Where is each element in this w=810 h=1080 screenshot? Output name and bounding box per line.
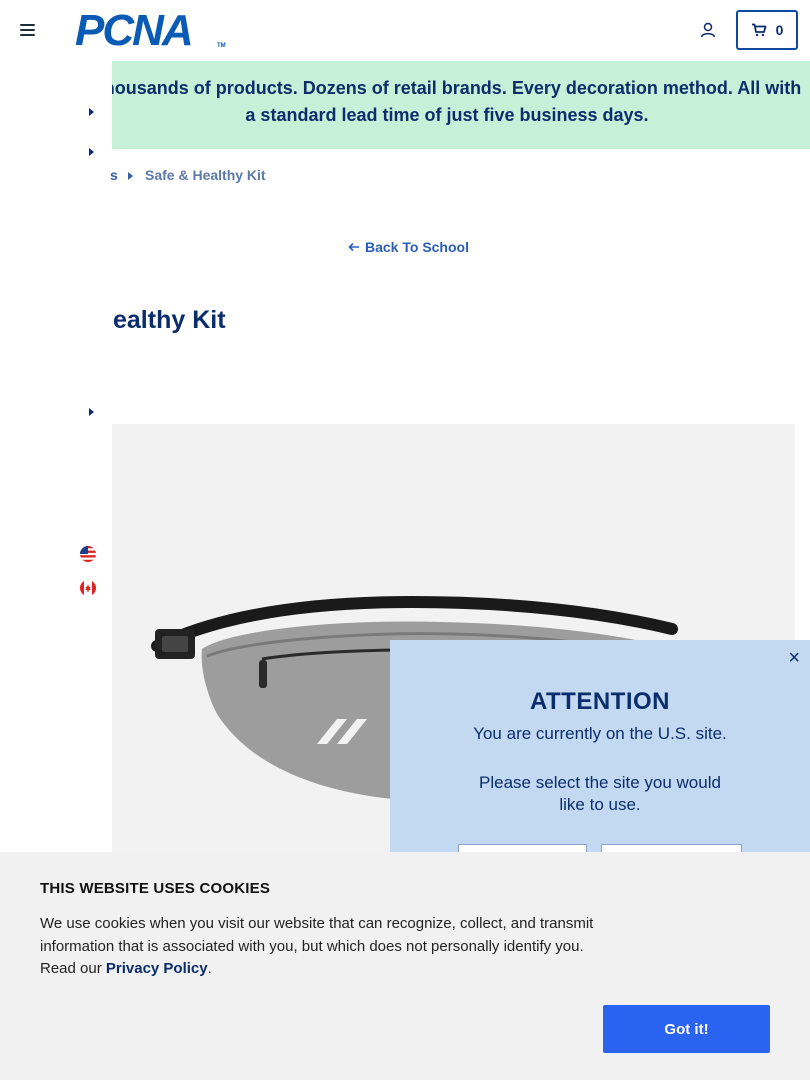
user-icon[interactable] [698,20,718,40]
hamburger-icon[interactable] [20,23,36,37]
cart-count: 0 [775,22,784,38]
privacy-policy-link[interactable]: Privacy Policy [106,960,208,977]
chevron-right-icon[interactable] [89,148,94,156]
back-to-school-link[interactable]: Back To School [348,239,469,255]
pcna-logo[interactable]: PCNA TM [75,6,226,55]
side-menu [0,61,112,852]
cart-icon [751,23,766,37]
cookie-title: THIS WEBSITE USES COOKIES [40,880,271,897]
back-link-label: Back To School [365,239,469,255]
chevron-right-icon[interactable] [89,108,94,116]
cart-button[interactable]: 0 [736,10,798,50]
promo-banner: Thousands of products. Dozens of retail … [93,61,810,149]
close-icon[interactable]: × [788,648,800,668]
us-flag-icon[interactable] [80,546,96,562]
cookie-body-end: . [207,960,212,977]
chevron-right-icon[interactable] [89,408,94,416]
canada-flag-icon[interactable] [80,580,96,596]
logo-text: PCNA [75,6,194,55]
cookie-body: We use cookies when you visit our websit… [40,913,605,981]
accept-cookies-button[interactable]: Got it! [603,1005,770,1053]
page-title: ealthy Kit [113,306,226,334]
site-select-modal: × ATTENTION You are currently on the U.S… [390,640,810,856]
cookie-banner: THIS WEBSITE USES COOKIES We use cookies… [0,852,810,1080]
breadcrumb-current: Safe & Healthy Kit [145,167,266,183]
chevron-right-icon [128,172,133,180]
logo-trademark: TM [217,43,226,49]
modal-instruction-text: Please select the site you would like to… [479,773,721,814]
breadcrumb-previous[interactable]: s [110,167,118,183]
promo-text: Thousands of products. Dozens of retail … [92,78,802,125]
site-header: PCNA TM 0 [0,0,810,61]
modal-title: ATTENTION [529,688,671,715]
modal-current-site-text: You are currently on the U.S. site. [473,724,727,743]
arrow-left-icon [348,242,359,252]
